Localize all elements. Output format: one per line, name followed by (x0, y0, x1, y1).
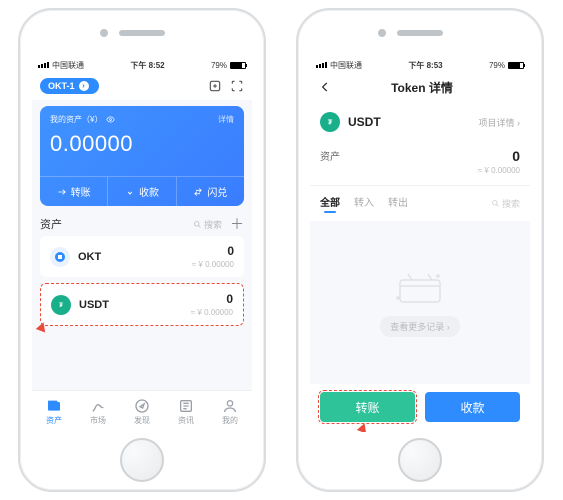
tab-all[interactable]: 全部 (320, 194, 340, 213)
balance-amount: 0.00000 (50, 131, 234, 157)
token-action-row: 转账 收款 (310, 384, 530, 432)
battery-percent: 79% (489, 61, 505, 70)
balance-label: 资产 (320, 148, 340, 163)
wallet-icon (46, 398, 62, 414)
camera-dot (100, 29, 108, 37)
annotation-arrow-icon (36, 321, 48, 333)
tab-me[interactable]: 我的 (208, 391, 252, 432)
home-button[interactable] (120, 438, 164, 482)
tab-in[interactable]: 转入 (354, 194, 374, 213)
wallet-selector[interactable]: OKT-1 › (40, 78, 99, 94)
chevron-right-icon: › (79, 81, 89, 91)
balance-card: 我的资产（¥） 详情 0.00000 转账 收款 闪兑 (40, 106, 244, 206)
status-bar: 中国联通 下午 8:52 79% (32, 56, 252, 72)
asset-subvalue: ≈ ¥ 0.00000 (191, 308, 233, 317)
status-bar: 中国联通 下午 8:53 79% (310, 56, 530, 72)
tx-filter-tabs: 全部 转入 转出 搜索 (310, 186, 530, 221)
add-asset-button[interactable]: ＋ (230, 217, 244, 231)
compass-icon (134, 398, 150, 414)
page-header: Token 详情 (310, 72, 530, 102)
screen-right: 中国联通 下午 8:53 79% Token 详情 ₮ USDT 项目详情 › … (310, 56, 530, 432)
usdt-coin-icon: ₮ (51, 295, 71, 315)
tab-out[interactable]: 转出 (388, 194, 408, 213)
signal-icon (38, 62, 49, 68)
assets-title: 资产 (40, 216, 62, 232)
transfer-icon (57, 187, 67, 197)
swap-action[interactable]: 闪兑 (176, 177, 244, 206)
tab-assets[interactable]: 资产 (32, 391, 76, 432)
signal-icon (316, 62, 327, 68)
annotation-arrow-icon (357, 422, 369, 432)
asset-subvalue: ≈ ¥ 0.00000 (192, 260, 234, 269)
tab-news[interactable]: 资讯 (164, 391, 208, 432)
empty-state: 查看更多记录 › (310, 221, 530, 384)
battery-icon (230, 62, 246, 69)
asset-row-usdt[interactable]: ₮ USDT 0 ≈ ¥ 0.00000 (40, 283, 244, 326)
market-icon (90, 398, 106, 414)
svg-text:₮: ₮ (328, 119, 333, 126)
phone-frame-right: 中国联通 下午 8:53 79% Token 详情 ₮ USDT 项目详情 › … (296, 8, 544, 492)
wallet-name: OKT-1 (48, 81, 75, 91)
scan-add-icon[interactable] (208, 79, 222, 93)
screen-left: 中国联通 下午 8:52 79% OKT-1 › 我的资产（¥） 详情 0.00… (32, 56, 252, 432)
asset-symbol: USDT (79, 299, 109, 311)
carrier-label: 中国联通 (52, 60, 84, 71)
tab-discover[interactable]: 发现 (120, 391, 164, 432)
asset-value: 0 (192, 244, 234, 258)
view-more-records[interactable]: 查看更多记录 › (380, 316, 460, 337)
transfer-action[interactable]: 转账 (40, 177, 107, 206)
status-time: 下午 8:52 (84, 60, 211, 71)
swap-icon (193, 187, 203, 197)
balance-value: 0 (478, 148, 520, 164)
receive-action[interactable]: 收款 (107, 177, 175, 206)
back-icon[interactable] (318, 80, 332, 94)
news-icon (178, 398, 194, 414)
token-balance-row: 资产 0 ≈ ¥ 0.00000 (310, 142, 530, 186)
token-name: USDT (348, 115, 381, 129)
home-button[interactable] (398, 438, 442, 482)
earpiece (397, 30, 443, 36)
receive-button[interactable]: 收款 (425, 392, 520, 422)
earpiece (119, 30, 165, 36)
phone-frame-left: 中国联通 下午 8:52 79% OKT-1 › 我的资产（¥） 详情 0.00… (18, 8, 266, 492)
transfer-button[interactable]: 转账 (320, 392, 415, 422)
project-details-link[interactable]: 项目详情 › (479, 116, 521, 129)
balance-subvalue: ≈ ¥ 0.00000 (478, 166, 520, 175)
scan-qr-icon[interactable] (230, 79, 244, 93)
battery-icon (508, 62, 524, 69)
camera-dot (378, 29, 386, 37)
token-header-row: ₮ USDT 项目详情 › (310, 102, 530, 142)
asset-search[interactable]: 搜索 (193, 218, 222, 231)
okt-coin-icon (50, 247, 70, 267)
user-icon (222, 398, 238, 414)
asset-value: 0 (191, 292, 233, 306)
status-time: 下午 8:53 (362, 60, 489, 71)
empty-illustration-icon (390, 268, 450, 308)
tx-search[interactable]: 搜索 (491, 197, 520, 210)
page-title: Token 详情 (336, 79, 508, 96)
top-bar: OKT-1 › (32, 72, 252, 100)
carrier-label: 中国联通 (330, 60, 362, 71)
details-link[interactable]: 详情 (218, 114, 234, 125)
eye-icon[interactable] (106, 115, 115, 124)
balance-label: 我的资产（¥） (50, 114, 102, 125)
assets-section-header: 资产 搜索 ＋ (40, 216, 244, 232)
search-icon (193, 220, 202, 229)
tab-market[interactable]: 市场 (76, 391, 120, 432)
bottom-tab-bar: 资产 市场 发现 资讯 我的 (32, 390, 252, 432)
asset-symbol: OKT (78, 251, 101, 263)
search-icon (491, 199, 500, 208)
asset-row-okt[interactable]: OKT 0 ≈ ¥ 0.00000 (40, 236, 244, 277)
svg-text:₮: ₮ (59, 303, 63, 309)
usdt-coin-icon: ₮ (320, 112, 340, 132)
receive-icon (125, 187, 135, 197)
battery-percent: 79% (211, 61, 227, 70)
